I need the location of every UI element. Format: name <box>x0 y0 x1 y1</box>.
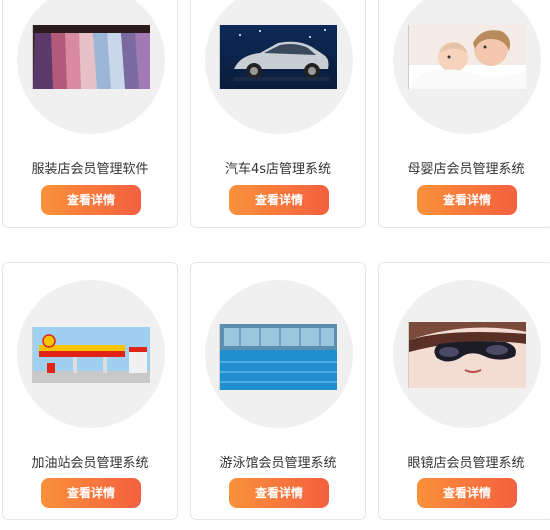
product-title: 服装店会员管理软件 <box>31 162 149 177</box>
view-details-button[interactable]: 查看详情 <box>41 478 141 508</box>
product-title: 眼镜店会员管理系统 <box>407 456 525 471</box>
image-circle <box>205 280 353 428</box>
woman-sunglasses-photo <box>408 322 526 388</box>
product-title: 游泳馆会员管理系统 <box>219 456 337 471</box>
image-circle <box>17 0 165 134</box>
view-details-button[interactable]: 查看详情 <box>41 185 141 215</box>
view-details-button[interactable]: 查看详情 <box>417 478 517 508</box>
product-grid: 服装店会员管理软件 查看详情 汽车4s店管理系统 查看详情 母婴店会员管理系统 … <box>0 0 550 530</box>
product-card-swimming[interactable]: 游泳馆会员管理系统 查看详情 <box>190 262 366 520</box>
product-title: 加油站会员管理系统 <box>31 456 149 471</box>
image-circle <box>393 0 541 134</box>
product-title: 汽车4s店管理系统 <box>224 162 332 177</box>
product-card-maternity[interactable]: 母婴店会员管理系统 查看详情 <box>378 0 550 228</box>
image-circle <box>393 280 541 428</box>
product-card-gas-station[interactable]: 加油站会员管理系统 查看详情 <box>2 262 178 520</box>
product-card-clothing[interactable]: 服装店会员管理软件 查看详情 <box>2 0 178 228</box>
image-circle <box>205 0 353 134</box>
silver-car-photo <box>219 25 337 89</box>
indoor-pool-photo <box>219 324 337 390</box>
gas-station-photo <box>32 327 150 383</box>
view-details-button[interactable]: 查看详情 <box>417 185 517 215</box>
mother-and-baby-photo <box>408 25 526 89</box>
product-title: 母婴店会员管理系统 <box>407 162 525 177</box>
view-details-button[interactable]: 查看详情 <box>229 185 329 215</box>
product-card-car[interactable]: 汽车4s店管理系统 查看详情 <box>190 0 366 228</box>
product-card-eyewear[interactable]: 眼镜店会员管理系统 查看详情 <box>378 262 550 520</box>
view-details-button[interactable]: 查看详情 <box>229 478 329 508</box>
image-circle <box>17 280 165 428</box>
clothing-rack-photo <box>32 25 150 89</box>
